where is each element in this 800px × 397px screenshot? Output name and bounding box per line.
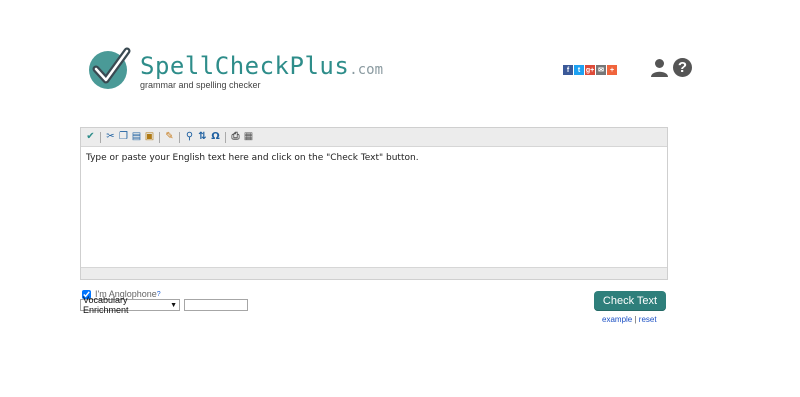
mode-select-value: Vocabulary Enrichment	[83, 295, 129, 315]
editor-status-bar	[81, 267, 667, 279]
replace-icon[interactable]: ⇅	[197, 132, 208, 143]
paste-word-icon[interactable]: ▣	[144, 132, 155, 143]
facebook-icon[interactable]: f	[563, 65, 573, 75]
chevron-down-icon: ▼	[170, 301, 177, 309]
eraser-icon[interactable]: ✎	[164, 132, 175, 143]
paste-icon[interactable]: ▤	[131, 132, 142, 143]
editor-toolbar: ✔ ✂ ❐ ▤ ▣ ✎ ⚲ ⇅ Ω ⎙ ▦	[81, 128, 667, 147]
brand-name: SpellCheckPlus	[140, 52, 350, 80]
site-brand[interactable]: SpellCheckPlus.com	[140, 52, 383, 80]
reset-link[interactable]: reset	[639, 315, 657, 324]
tagline: grammar and spelling checker	[140, 80, 261, 90]
text-editor: ✔ ✂ ❐ ▤ ▣ ✎ ⚲ ⇅ Ω ⎙ ▦ Type or paste your…	[80, 127, 668, 280]
brand-tld: .com	[349, 62, 384, 78]
action-links: example | reset	[602, 315, 657, 324]
example-link[interactable]: example	[602, 315, 632, 324]
google-plus-icon[interactable]: g+	[585, 65, 595, 75]
find-icon[interactable]: ⚲	[184, 132, 195, 143]
text-input-area[interactable]: Type or paste your English text here and…	[81, 147, 667, 279]
help-icon[interactable]: ?	[673, 58, 692, 77]
cut-icon[interactable]: ✂	[105, 132, 116, 143]
copy-icon[interactable]: ❐	[118, 132, 129, 143]
social-links: f t g+ ✉ +	[563, 65, 617, 75]
mode-select[interactable]: Vocabulary Enrichment ▼	[80, 295, 180, 315]
toolbar-divider	[179, 131, 180, 143]
share-plus-icon[interactable]: +	[607, 65, 617, 75]
mode-text-input[interactable]	[184, 299, 248, 311]
email-icon[interactable]: ✉	[596, 65, 606, 75]
user-icon[interactable]	[650, 58, 669, 77]
check-text-button[interactable]: Check Text	[594, 291, 666, 311]
twitter-icon[interactable]: t	[574, 65, 584, 75]
special-char-icon[interactable]: Ω	[210, 132, 221, 143]
save-icon[interactable]: ▦	[243, 132, 254, 143]
toolbar-divider	[159, 131, 160, 143]
spellcheck-icon[interactable]: ✔	[85, 132, 96, 143]
check-circle-logo	[89, 47, 131, 89]
toolbar-divider	[100, 131, 101, 143]
toolbar-divider	[225, 131, 226, 143]
print-icon[interactable]: ⎙	[230, 132, 241, 143]
